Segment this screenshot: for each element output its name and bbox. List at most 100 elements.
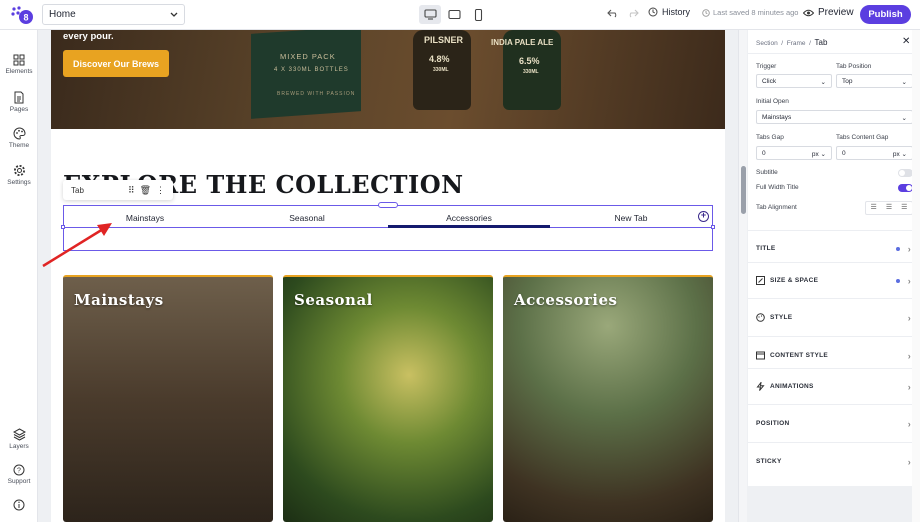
ipa-bottle: INDIA PALE ALE 6.5% 330ML [491,30,561,110]
breadcrumb-current: Tab [814,38,828,47]
resize-handle[interactable] [378,202,398,208]
tabs-gap-value: 0 [762,150,766,157]
left-sidebar: Elements Pages Theme Settings Layers ? S… [0,30,38,522]
mobile-icon [474,8,482,21]
editor-canvas[interactable]: MIXED PACK 4 X 330ML BOTTLES BREWED WITH… [38,30,738,522]
desktop-view-button[interactable] [419,5,441,24]
breadcrumb-section[interactable]: Section [756,40,778,47]
unit-label: px [811,151,819,158]
section-label: STYLE [770,314,793,321]
unit-select[interactable]: px ⌄ [811,150,826,158]
bottle-volume: 330ML [523,69,539,75]
grid-icon [13,54,25,66]
chevron-right-icon: › [907,275,911,286]
section-label: ANIMATIONS [770,383,814,390]
bolt-icon [756,382,765,391]
sidebar-item-layers[interactable]: Layers [0,428,38,450]
desktop-icon [423,9,437,20]
divider [748,53,920,54]
section-title-settings[interactable]: TITLE › [748,230,920,266]
help-icon: ? [13,464,25,476]
section-position[interactable]: POSITION › [748,404,920,442]
full-width-title-label: Full Width Title [756,184,799,191]
svg-text:8: 8 [23,13,28,23]
tab-alignment-label: Tab Alignment [756,204,797,211]
bottle-name: PILSNER [424,35,464,45]
info-icon [13,499,25,511]
initial-open-label: Initial Open [756,98,789,105]
mobile-view-button[interactable] [467,5,489,24]
preview-button[interactable]: Preview [803,7,854,18]
section-label: CONTENT STYLE [770,352,829,359]
sidebar-item-support[interactable]: ? Support [0,464,38,485]
sidebar-item-theme[interactable]: Theme [0,127,38,149]
history-button[interactable]: History [648,7,690,17]
panel-scrollbar[interactable] [912,30,920,522]
sidebar-item-elements[interactable]: Elements [0,54,38,75]
chevron-right-icon: › [907,456,911,467]
publish-button[interactable]: Publish [860,5,911,24]
sidebar-item-info[interactable] [0,499,38,513]
section-sticky[interactable]: STICKY › [748,442,920,480]
app-logo[interactable]: 8 [10,5,34,25]
page-select-value: Home [49,9,76,20]
tabs-gap-input[interactable]: 0 px ⌄ [756,146,832,160]
tab-new-tab[interactable]: New Tab [550,206,712,227]
close-icon[interactable]: ✕ [902,36,910,47]
tabs-content-gap-input[interactable]: 0 px ⌄ [836,146,913,160]
properties-panel: Section / Frame / Tab ✕ Trigger Click ⌄ T… [748,30,920,522]
section-size-space[interactable]: SIZE & SPACE › [748,262,920,298]
chevron-right-icon: › [907,243,911,254]
tab-accessories[interactable]: Accessories [388,206,550,228]
box-line: MIXED PACK [280,52,336,61]
tab-position-label: Tab Position [836,63,872,70]
trigger-label: Trigger [756,63,777,70]
gear-icon [13,165,25,176]
subtitle-toggle[interactable] [898,169,913,177]
align-left-icon[interactable]: ☰ [866,202,881,214]
sidebar-item-settings[interactable]: Settings [0,164,38,186]
tablet-view-button[interactable] [443,5,465,24]
canvas-scrollbar[interactable] [738,30,747,522]
bottle-abv: 4.8% [429,54,450,64]
tab-seasonal[interactable]: Seasonal [226,206,388,227]
align-center-icon[interactable]: ☰ [881,202,896,214]
full-width-title-toggle[interactable] [898,184,913,192]
card-title: Mainstays [74,291,164,309]
collection-card[interactable]: Mainstays [63,275,273,522]
unit-select[interactable]: px ⌄ [893,150,907,158]
mixed-pack-box [251,30,361,119]
scroll-thumb[interactable] [741,166,746,214]
section-label: SIZE & SPACE [770,277,819,284]
section-animations[interactable]: ANIMATIONS › [748,368,920,404]
bottle-abv: 6.5% [519,56,540,66]
tab-position-select[interactable]: Top ⌄ [836,74,913,88]
align-right-icon[interactable]: ☰ [897,202,912,214]
bottle-name: INDIA PALE ALE [491,38,554,47]
section-label: STICKY [756,458,782,465]
redo-icon[interactable] [627,8,639,18]
sidebar-item-label: Settings [7,179,31,186]
modified-dot [896,278,900,283]
collection-card[interactable]: Seasonal [283,275,493,522]
initial-open-select[interactable]: Mainstays ⌄ [756,110,913,124]
tabs-content-gap-value: 0 [842,150,846,157]
tabs-element[interactable]: Mainstays Seasonal Accessories New Tab [63,205,713,251]
resize-corner[interactable] [711,225,715,229]
layers-icon [12,428,26,441]
trigger-select[interactable]: Click ⌄ [756,74,832,88]
resize-icon [756,276,765,285]
page-select[interactable]: Home [42,4,185,25]
chevron-down-icon: ⌄ [820,79,826,86]
add-tab-icon[interactable]: + [698,211,709,222]
sidebar-item-pages[interactable]: Pages [0,91,38,113]
page-icon [14,91,24,104]
collection-card[interactable]: Accessories [503,275,713,522]
undo-icon[interactable] [607,8,619,18]
sidebar-item-label: Elements [5,68,33,75]
tabs-gap-label: Tabs Gap [756,134,784,141]
breadcrumb-frame[interactable]: Frame [787,40,806,47]
save-status: Last saved 8 minutes ago [702,8,798,17]
section-style[interactable]: STYLE › [748,298,920,336]
box-line: BREWED WITH PASSION [277,91,356,97]
